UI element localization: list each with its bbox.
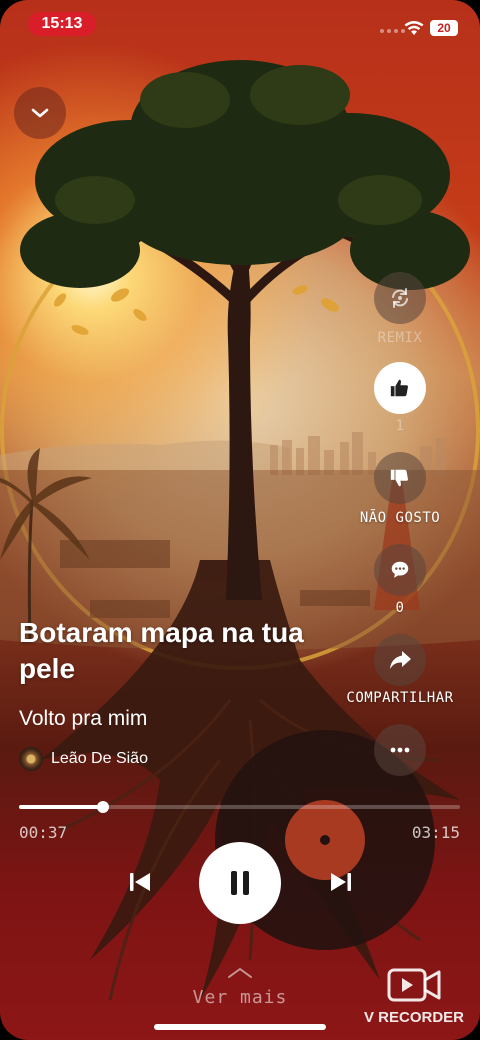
share-button[interactable] [374,634,426,686]
signal-dots-icon [380,29,405,33]
skip-previous-icon [130,873,150,891]
video-recorder-icon [387,968,441,1002]
progress-slider[interactable] [19,801,460,813]
skip-next-icon [331,873,351,891]
collapse-player-button[interactable] [14,87,66,139]
share-arrow-icon [390,651,411,669]
remix-icon [392,288,408,308]
thumbs-down-icon [390,469,408,487]
battery-indicator: 20 [430,20,458,36]
home-indicator[interactable] [154,1024,326,1030]
like-count: 1 [395,418,405,434]
dislike-label: NÃO GOSTO [359,510,441,526]
wifi-icon [404,21,424,35]
previous-button[interactable] [125,867,155,897]
like-button[interactable] [374,362,426,414]
remix-button[interactable] [374,272,426,324]
total-time: 03:15 [411,823,460,842]
song-title: Botaram mapa na tua pele [19,617,304,684]
comment-icon [391,561,409,578]
progress-fill [19,805,103,809]
album-name[interactable]: Volto pra mim [19,707,147,731]
share-label: COMPARTILHAR [346,690,454,706]
remix-label: REMIX [377,330,423,346]
pause-icon [231,871,249,895]
progress-knob[interactable] [96,801,109,813]
artist-avatar[interactable] [19,747,43,771]
comment-count: 0 [395,600,405,616]
player-screen: 15:13 20 REMIX 1 NÃO GOSTO 0 COMPARTILHA… [0,0,480,1040]
more-icon [390,747,410,753]
artist-name[interactable]: Leão De Sião [51,750,148,768]
chevron-up-icon[interactable] [226,966,254,980]
more-options-button[interactable] [374,724,426,776]
thumbs-up-icon [390,379,408,397]
chevron-down-icon [31,108,49,118]
pause-button[interactable] [199,842,281,924]
next-button[interactable] [326,867,356,897]
dislike-button[interactable] [374,452,426,504]
recorder-watermark: V RECORDER [363,1009,464,1026]
comment-button[interactable] [374,544,426,596]
status-time: 15:13 [28,12,96,36]
elapsed-time: 00:37 [19,823,68,842]
